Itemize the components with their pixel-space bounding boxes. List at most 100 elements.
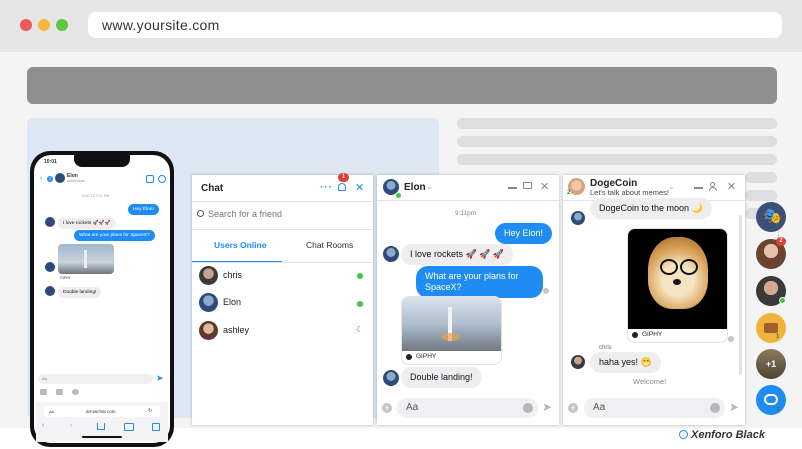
chat-subtitle: Let's talk about memes! [590,188,669,197]
search-icon [197,210,204,217]
image-icon[interactable] [56,389,63,395]
away-moon-icon: ☾ [778,261,785,268]
more-options-icon[interactable]: ··· [320,182,333,193]
back-icon[interactable]: ‹ [40,175,42,182]
add-attachment-icon[interactable]: + [568,403,578,413]
scrollbar[interactable] [739,215,742,375]
avatar [571,211,585,225]
open-chat-button[interactable] [756,385,786,415]
read-receipt-icon [728,336,734,342]
video-call-icon[interactable] [523,182,532,189]
rocket-gif-image [58,244,114,274]
video-icon[interactable] [146,175,154,183]
tab-chat-rooms[interactable]: Chat Rooms [306,240,353,250]
emoji-icon[interactable] [523,403,533,413]
giphy-card[interactable]: GIPHY [401,296,502,365]
text-placeholder-line [457,136,777,147]
close-window-dot[interactable] [20,19,32,31]
online-status-icon [357,273,363,279]
user-list-item[interactable] [192,264,373,290]
reload-icon[interactable]: ↻ [148,408,152,414]
search-input[interactable]: Search for a friend [208,209,282,219]
send-icon[interactable]: ➤ [156,374,164,383]
close-icon[interactable]: ✕ [540,180,549,193]
chat-timestamp: 9:11pm [455,210,477,217]
wallet-icon [764,323,778,333]
avatar [571,355,585,369]
chevron-down-icon[interactable]: ⌄ [426,182,433,191]
header-placeholder [27,67,777,104]
add-user-icon[interactable] [709,182,720,191]
chathead-count: 3 [776,407,780,413]
text-placeholder-line [457,154,777,165]
notification-bell-icon[interactable] [338,183,346,191]
phone-message-input[interactable]: Aa [38,374,153,384]
tab-users-online[interactable]: Users Online [214,240,266,250]
phone-notch [74,155,130,167]
camera-icon[interactable] [40,389,47,395]
message-in: I love rockets 🚀 🚀 🚀 [401,244,514,265]
minimize-window-dot[interactable] [38,19,50,31]
close-icon[interactable]: ✕ [355,181,364,194]
add-attachment-icon[interactable]: + [382,403,392,413]
emoji-icon[interactable] [710,403,720,413]
doge-gif-image [628,229,727,329]
phone-time: 10:01 [44,159,57,165]
avatar [45,262,55,272]
user-name: chris [223,270,243,280]
phone-message-out: Hey Elon! [128,204,159,215]
message-out: What are your plans for SpaceX? [416,266,543,298]
chat-title[interactable]: Elon [404,182,426,193]
divider [192,262,373,263]
watermark: Xenforo Black [691,429,765,441]
phone-screen [34,155,170,443]
giphy-icon [406,354,412,360]
giphy-label: GIPHY [642,331,663,338]
tabs-icon[interactable] [152,423,160,431]
emoji-icon[interactable] [72,389,79,395]
divider [192,229,373,230]
message-input[interactable]: Aa [397,398,538,418]
divider [192,201,373,202]
sender-name: chris [599,345,612,351]
giphy-card[interactable]: GIPHY [627,228,728,343]
avatar [45,217,55,227]
avatar [383,370,399,386]
text-placeholder-line [745,190,777,201]
send-icon[interactable]: ➤ [729,401,739,413]
bookmarks-icon[interactable] [124,423,134,431]
phone-address-text: arrowchat.com [86,409,116,414]
away-moon-icon: ☾ [356,325,364,334]
member-count: 2 [567,190,571,196]
message-input[interactable]: Aa [584,398,725,418]
info-icon[interactable] [158,175,166,183]
user-list-item[interactable] [192,318,373,344]
user-name: ashley [223,325,250,335]
maximize-window-dot[interactable] [56,19,68,31]
wallet-room-chathead[interactable] [756,313,786,343]
minimize-icon[interactable] [508,187,517,189]
more-chatheads-button[interactable]: +1 [756,349,786,379]
giphy-icon [632,332,638,338]
chathead-count: 1 [776,223,780,229]
close-icon[interactable]: ✕ [727,180,736,193]
phone-aa-label: AA [49,409,55,414]
drama-room-chathead[interactable]: 🎭 [756,202,786,232]
phone-message-in: I love rockets 🚀🚀🚀 [58,218,116,229]
phone-date: AUG 13, 9:11 PM [82,194,110,198]
forward-icon[interactable]: › [70,422,72,429]
avatar [568,178,585,195]
send-icon[interactable]: ➤ [542,401,552,413]
avatar [199,266,218,285]
minimize-icon[interactable] [694,187,703,189]
divider [377,200,559,201]
avatar [383,246,399,262]
phone-giphy-label: GIPHY [60,276,71,280]
user-list-item[interactable] [192,291,373,317]
url-bar[interactable]: www.yoursite.com [88,12,782,38]
back-icon[interactable]: ‹ [42,422,44,429]
share-icon[interactable] [97,423,105,430]
phone-address-bar[interactable]: AA arrowchat.com ↻ [44,406,160,417]
welcome-notice: Welcome! [633,377,667,386]
chevron-down-icon[interactable]: ⌄ [668,182,675,191]
